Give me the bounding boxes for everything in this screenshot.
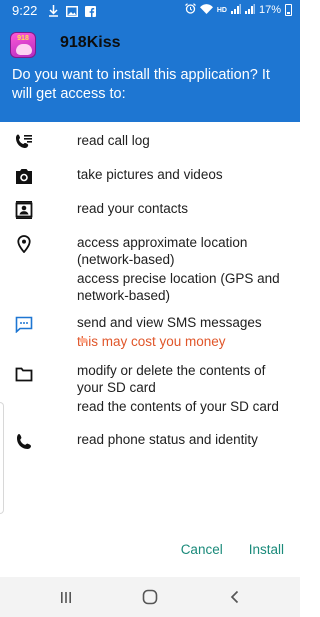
home-icon[interactable] (140, 587, 160, 607)
cost-warning-text: this may cost you money (77, 334, 226, 349)
hd-badge: HD (216, 6, 227, 14)
cost-warning: this may cost you money (77, 333, 295, 350)
permission-text: take pictures and videos (77, 167, 223, 182)
status-time: 9:22 (12, 3, 38, 18)
permission-text: read phone status and identity (77, 432, 258, 447)
location-icon (14, 234, 34, 254)
status-bar: 9:22 HD 17% (0, 0, 300, 22)
permission-text: send and view SMS messages (77, 315, 262, 330)
navigation-bar (0, 577, 300, 617)
app-name: 918Kiss (60, 34, 121, 51)
call-log-icon (14, 132, 34, 152)
install-header: 918 918Kiss Do you want to install this … (0, 22, 300, 122)
sms-icon (14, 314, 34, 334)
download-icon (48, 4, 59, 22)
wifi-icon (199, 3, 213, 17)
app-icon-text: 918 (17, 35, 29, 42)
permission-text: access approximate location (network-bas… (77, 235, 248, 267)
battery-percent: 17% (258, 4, 281, 16)
battery-icon (285, 4, 292, 16)
facebook-icon (85, 4, 96, 22)
contacts-icon (14, 200, 34, 220)
permission-text: read your contacts (77, 201, 189, 216)
permission-text: read the contents of your SD card (77, 399, 279, 414)
folder-icon (14, 364, 34, 384)
app-icon: 918 (10, 32, 36, 58)
permission-text: read call log (77, 133, 150, 148)
signal-icon (230, 3, 241, 17)
camera-icon (14, 166, 34, 186)
scroll-edge-indicator (0, 402, 4, 514)
alarm-icon (184, 3, 196, 17)
phone-icon (14, 431, 34, 451)
signal-icon (244, 3, 255, 17)
cancel-button[interactable]: Cancel (181, 542, 223, 557)
permission-text: access precise location (GPS and network… (77, 271, 280, 303)
back-icon[interactable] (225, 587, 245, 607)
permission-text: modify or delete the contents of your SD… (77, 363, 266, 395)
install-prompt: Do you want to install this application?… (12, 67, 270, 102)
dialog-actions: Cancel Install (181, 542, 284, 557)
image-icon (66, 4, 78, 22)
install-button[interactable]: Install (249, 542, 284, 557)
recents-icon[interactable] (56, 587, 76, 607)
